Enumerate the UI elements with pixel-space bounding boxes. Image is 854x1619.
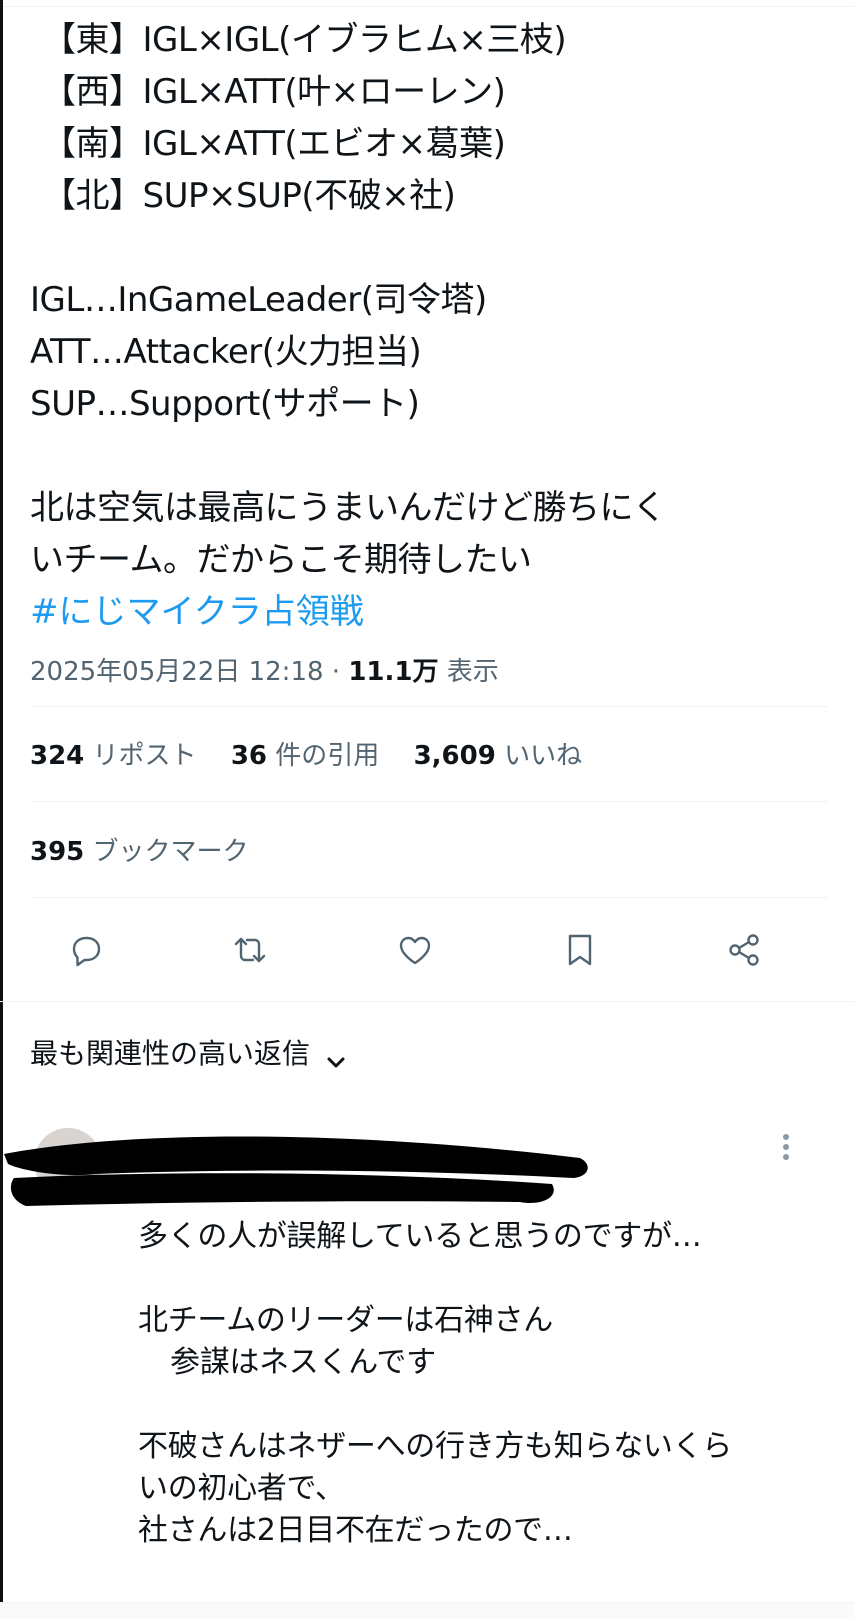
role-sup-line: SUP…Support(サポート) [30, 384, 420, 424]
divider [30, 897, 828, 898]
reply-button[interactable] [64, 928, 108, 972]
bookmarks-label: ブックマーク [92, 837, 249, 867]
reply-card[interactable]: 多くの人が誤解していると思うのですが… 北チームのリーダーは石神さん 参謀はネス… [0, 1120, 854, 1619]
retweet-button[interactable] [228, 928, 272, 972]
team-north-line: 【北】SUP×SUP(不破×社) [42, 176, 456, 216]
share-icon [729, 934, 759, 966]
reply-text: 多くの人が誤解していると思うのですが… 北チームのリーダーは石神さん 参謀はネス… [138, 1216, 838, 1552]
quotes-link[interactable]: 36 件の引用 [231, 741, 379, 771]
quotes-count: 36 [230, 741, 268, 771]
likes-count: 3,609 [413, 741, 496, 771]
section-separator [0, 1001, 854, 1002]
action-bar [0, 922, 854, 978]
divider [30, 801, 828, 802]
top-rule [0, 0, 854, 7]
reply-line: 参謀はネスくんです [170, 1345, 436, 1380]
like-button[interactable] [393, 928, 437, 972]
quotes-label: 件の引用 [275, 741, 380, 771]
reposts-link[interactable]: 324 リポスト [30, 741, 197, 771]
views-label: 表示 [446, 657, 499, 687]
reply-icon [72, 936, 101, 967]
reposts-label: リポスト [92, 741, 197, 771]
role-att-line: ATT…Attacker(火力担当) [30, 332, 422, 372]
role-igl-line: IGL…InGameLeader(司令塔) [30, 280, 487, 320]
reply-line: 多くの人が誤解していると思うのですが… [138, 1219, 702, 1254]
bookmarks-count: 395 [30, 837, 85, 867]
comment-line-2: いチーム。だからこそ期待したい [30, 540, 532, 580]
tweet-body: 【東】IGL×IGL(イブラヒム×三枝) 【西】IGL×ATT(叶×ローレン) … [30, 14, 830, 692]
chevron-down-icon [324, 1043, 348, 1068]
reply-line: 社さんは2日目不在だったので… [138, 1513, 573, 1548]
team-west-line: 【西】IGL×ATT(叶×ローレン) [42, 72, 506, 112]
divider [30, 706, 828, 707]
share-button[interactable] [722, 928, 766, 972]
hashtag-link[interactable]: #にじマイクラ占領戦 [30, 586, 830, 638]
bottom-edge [0, 1602, 854, 1619]
reply-line: いの初心者で、 [138, 1471, 345, 1506]
replies-sort-label: 最も関連性の高い返信 [30, 1037, 311, 1070]
comment-line-1: 北は空気は最高にうまいんだけど勝ちにく [30, 488, 666, 528]
bookmarks-link[interactable]: 395 ブックマーク [30, 832, 249, 872]
meta-separator: · [323, 657, 349, 687]
reposts-count: 324 [30, 741, 85, 771]
reply-line: 北チームのリーダーは石神さん [138, 1303, 553, 1338]
redaction-scribble [4, 1128, 588, 1206]
likes-label: いいね [504, 741, 583, 771]
engagement-stats: 324 リポスト 36 件の引用 3,609 いいね [30, 736, 582, 776]
retweet-icon [234, 937, 266, 963]
like-icon [399, 936, 431, 965]
reply-line: 不破さんはネザーへの行き方も知らないくら [138, 1429, 732, 1464]
more-options-icon[interactable] [778, 1130, 794, 1174]
bookmark-button[interactable] [558, 928, 602, 972]
replies-sort-dropdown[interactable]: 最も関連性の高い返信 [30, 1032, 348, 1076]
views-count: 11.1万 [348, 657, 439, 687]
team-east-line: 【東】IGL×IGL(イブラヒム×三枝) [42, 20, 567, 60]
team-south-line: 【南】IGL×ATT(エビオ×葛葉) [42, 124, 506, 164]
tweet-meta: 2025年05月22日 12:18 · 11.1万 表示 [30, 652, 830, 692]
likes-link[interactable]: 3,609 いいね [414, 741, 583, 771]
bookmark-icon [568, 934, 592, 966]
timestamp-link[interactable]: 2025年05月22日 12:18 [30, 657, 324, 687]
